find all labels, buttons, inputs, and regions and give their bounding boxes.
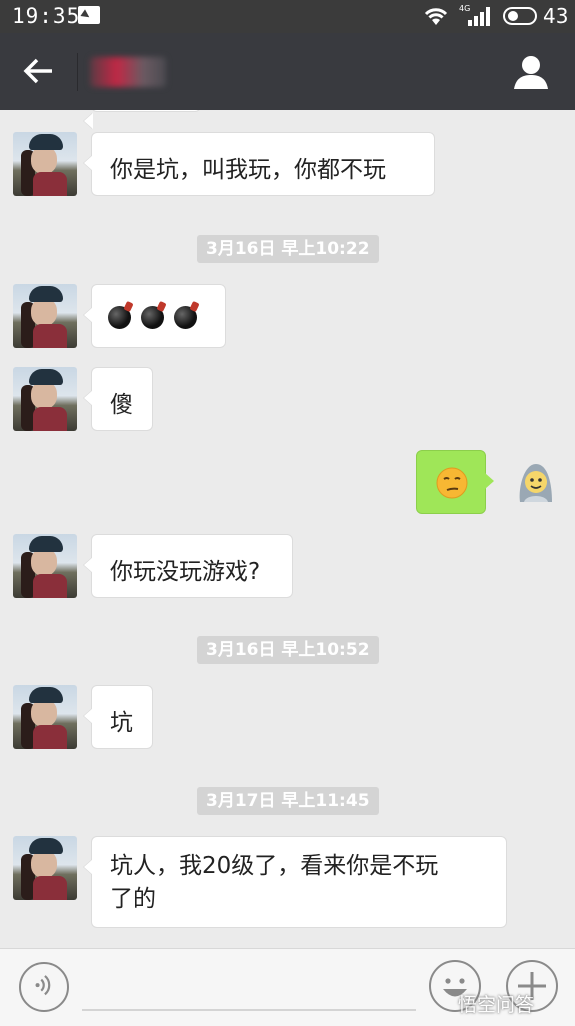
message-text-line: 了的 — [110, 886, 156, 912]
outgoing-emoji-bubble[interactable] — [416, 450, 494, 514]
message-text: 坑 — [110, 710, 133, 736]
voice-button[interactable] — [19, 962, 69, 1012]
message-text: 你玩没玩游戏? — [110, 559, 261, 585]
watermark: 悟空问答 — [458, 994, 535, 1016]
person-icon[interactable] — [512, 53, 550, 91]
battery-saver-icon — [503, 7, 537, 25]
wifi-icon — [424, 8, 448, 25]
contact-avatar[interactable] — [13, 534, 77, 598]
status-bar: 19:35 4G 43 — [0, 0, 575, 33]
message-bubble[interactable]: 你玩没玩游戏? — [83, 534, 293, 598]
message-text: 你是坑，叫我玩，你都不玩 — [110, 157, 386, 183]
header-divider — [77, 53, 78, 91]
message-bubble[interactable]: 你是坑，叫我玩，你都不玩 — [83, 132, 435, 196]
contact-avatar[interactable] — [13, 685, 77, 749]
contact-avatar[interactable] — [13, 367, 77, 431]
contact-avatar[interactable] — [13, 836, 77, 900]
bomb-icon — [141, 300, 168, 329]
voice-icon — [35, 975, 51, 996]
arrow-left-icon[interactable] — [22, 56, 56, 86]
chat-header — [0, 33, 575, 110]
bomb-icon — [108, 300, 135, 329]
message-text-line: 坑人，我20级了，看来你是不玩 — [110, 853, 439, 879]
emoji-bubble[interactable] — [83, 284, 226, 348]
message-input[interactable] — [82, 1009, 416, 1011]
image-notification-icon — [78, 6, 100, 24]
message-timestamp: 3月16日 早上10:22 — [197, 235, 379, 263]
message-bubble[interactable]: 坑人，我20级了，看来你是不玩 了的 — [83, 836, 507, 928]
contact-name-blurred — [90, 57, 166, 87]
message-bubble[interactable]: 傻 — [83, 367, 153, 431]
message-bubble-partial — [83, 110, 201, 129]
message-list[interactable]: 你是坑，叫我玩，你都不玩 3月16日 早上10:22 傻 你玩没玩游戏? 3月1… — [0, 110, 575, 948]
bomb-icon — [174, 300, 201, 329]
battery-level: 43 — [543, 4, 569, 28]
message-text: 傻 — [110, 392, 133, 418]
contact-avatar[interactable] — [13, 284, 77, 348]
signal-icon — [466, 6, 492, 26]
message-timestamp: 3月17日 早上11:45 — [197, 787, 379, 815]
status-time: 19:35 — [12, 4, 81, 28]
smirk-face-icon — [436, 467, 468, 499]
message-bubble[interactable]: 坑 — [83, 685, 153, 749]
message-timestamp: 3月16日 早上10:52 — [197, 636, 379, 664]
self-avatar[interactable] — [510, 458, 558, 506]
contact-avatar[interactable] — [13, 132, 77, 196]
